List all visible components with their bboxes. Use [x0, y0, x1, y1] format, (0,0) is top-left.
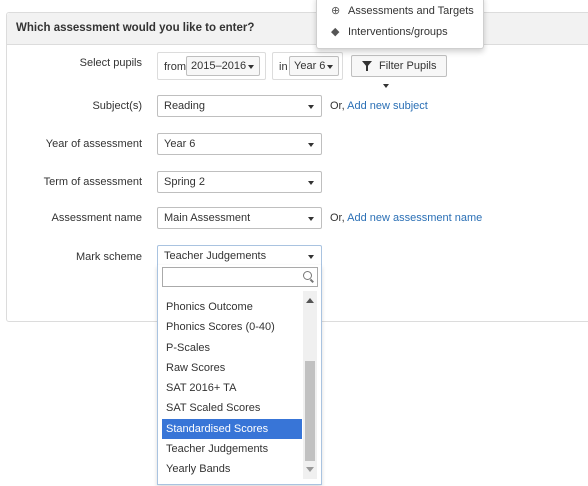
- chevron-down-icon: [383, 84, 389, 89]
- chevron-down-icon: [308, 217, 314, 221]
- year-group-select[interactable]: Year 6: [289, 56, 339, 76]
- option-list: Phonics Outcome Phonics Scores (0-40) P-…: [162, 297, 302, 480]
- list-item[interactable]: SAT 2016+ TA: [162, 378, 302, 398]
- menu-item-label: Interventions/groups: [348, 26, 448, 38]
- list-item-highlighted[interactable]: Standardised Scores: [162, 418, 302, 440]
- panel-title: Which assessment would you like to enter…: [16, 22, 255, 34]
- assessment-name-label: Assessment name: [51, 212, 142, 224]
- term-select[interactable]: Spring 2: [157, 171, 322, 193]
- select-pupils-label: Select pupils: [79, 57, 142, 69]
- scroll-down-arrow-icon[interactable]: [306, 467, 314, 472]
- mark-scheme-value: Teacher Judgements: [164, 250, 267, 262]
- in-label: in: [279, 61, 288, 73]
- list-item[interactable]: Phonics Scores (0-40): [162, 317, 302, 337]
- year-group-value: Year 6: [294, 60, 326, 72]
- year-range-select[interactable]: 2015–2016: [186, 56, 260, 76]
- add-new-subject-link[interactable]: Add new subject: [347, 100, 428, 112]
- chevron-down-icon: [308, 255, 314, 259]
- chevron-down-icon: [327, 65, 333, 69]
- dropdown-search-input[interactable]: [162, 267, 318, 287]
- dropdown-scrollbar[interactable]: [303, 291, 317, 479]
- filter-pupils-button[interactable]: Filter Pupils: [351, 55, 447, 89]
- add-assessment-name-row: Or, Add new assessment name: [330, 212, 482, 224]
- list-item[interactable]: Yearly Bands: [162, 459, 302, 479]
- list-item[interactable]: SAT Scaled Scores: [162, 398, 302, 418]
- year-of-assessment-select[interactable]: Year 6: [157, 133, 322, 155]
- menu-item-interventions-groups[interactable]: ◆ Interventions/groups: [331, 25, 448, 38]
- or-label: Or,: [330, 100, 345, 112]
- in-year-group: in Year 6: [272, 52, 343, 80]
- scrollbar-thumb[interactable]: [305, 361, 315, 461]
- scroll-up-arrow-icon[interactable]: [306, 298, 314, 303]
- year-of-assessment-label: Year of assessment: [45, 138, 142, 150]
- year-range-value: 2015–2016: [191, 60, 247, 72]
- list-item[interactable]: P-Scales: [162, 338, 302, 358]
- chevron-down-icon: [248, 65, 254, 69]
- term-value: Spring 2: [164, 176, 205, 188]
- term-label: Term of assessment: [43, 176, 142, 188]
- subject-value: Reading: [164, 100, 205, 112]
- assessment-name-value: Main Assessment: [164, 212, 251, 224]
- list-item[interactable]: Teacher Judgements: [162, 439, 302, 459]
- filter-pupils-label: Filter Pupils: [379, 60, 437, 72]
- panel-heading: Which assessment would you like to enter…: [7, 13, 588, 45]
- navigation-dropdown-menu: ⊕ Assessments and Targets ◆ Interventions/…: [316, 0, 484, 49]
- tag-icon: ◆: [331, 26, 340, 38]
- add-subject-row: Or, Add new subject: [330, 100, 428, 112]
- plus-circle-icon: ⊕: [331, 5, 341, 17]
- chevron-down-icon: [308, 181, 314, 185]
- list-item[interactable]: Phonics Outcome: [162, 297, 302, 317]
- mark-scheme-select[interactable]: Teacher Judgements: [157, 245, 322, 267]
- menu-item-assessments-targets[interactable]: ⊕ Assessments and Targets: [331, 4, 474, 17]
- from-label: from: [164, 61, 186, 73]
- menu-item-label: Assessments and Targets: [348, 5, 474, 17]
- list-item[interactable]: Raw Scores: [162, 358, 302, 378]
- from-year-group: from 2015–2016: [157, 52, 266, 80]
- mark-scheme-label: Mark scheme: [75, 251, 142, 263]
- assessment-name-select[interactable]: Main Assessment: [157, 207, 322, 229]
- mark-scheme-dropdown: Phonics Outcome Phonics Scores (0-40) P-…: [157, 265, 322, 485]
- chevron-down-icon: [308, 105, 314, 109]
- year-of-assessment-value: Year 6: [164, 138, 196, 150]
- subject-select[interactable]: Reading: [157, 95, 322, 117]
- add-new-assessment-name-link[interactable]: Add new assessment name: [347, 212, 482, 224]
- or-label: Or,: [330, 212, 345, 224]
- subject-label: Subject(s): [92, 100, 142, 112]
- chevron-down-icon: [308, 143, 314, 147]
